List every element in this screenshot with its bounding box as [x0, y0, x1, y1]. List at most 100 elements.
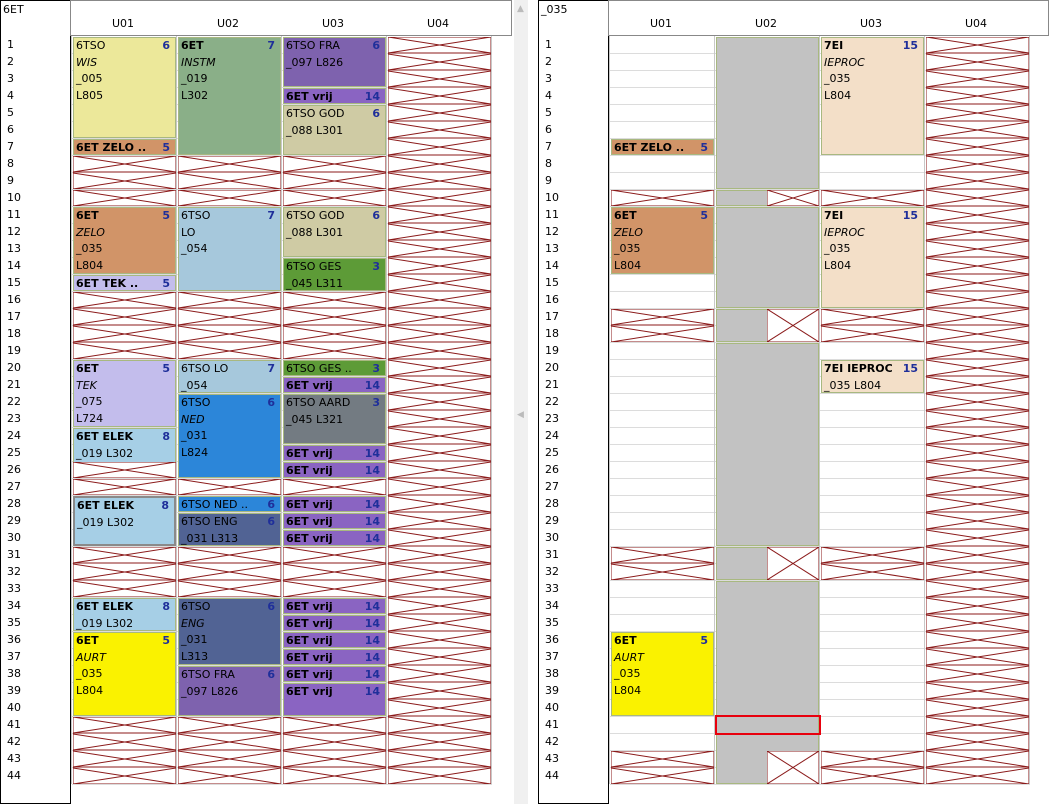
- row-number: 31: [7, 548, 21, 561]
- lesson-block[interactable]: 6ET vrij 14: [283, 462, 386, 478]
- column-header-u01[interactable]: U01: [609, 17, 713, 30]
- lesson-block[interactable]: 6ET INSTM _019 L302 7: [178, 37, 281, 155]
- occupied-slot[interactable]: [716, 207, 819, 308]
- lesson-block[interactable]: 6TSO FRA _097 L826 6: [283, 37, 386, 87]
- lesson-block[interactable]: 6ET vrij 14: [283, 666, 386, 682]
- lesson-block[interactable]: 6ET ZELO _035 L804 5: [611, 207, 714, 274]
- row-number: 5: [7, 106, 14, 119]
- lesson-line: _035: [76, 667, 103, 680]
- collapse-up-icon[interactable]: ▲: [517, 4, 524, 14]
- column-header-u01[interactable]: U01: [71, 17, 175, 30]
- blocked-cross-icon: [178, 717, 281, 784]
- lesson-block[interactable]: 7EI IEPROC _035 L804 15: [821, 37, 924, 155]
- lesson-block[interactable]: 6TSO ENG _031 L313 6: [178, 513, 281, 546]
- lesson-line: 6TSO NED ..: [181, 498, 248, 511]
- lesson-block[interactable]: 6TSO NED _031 L824 6: [178, 394, 281, 478]
- column-header-u02[interactable]: U02: [714, 17, 818, 30]
- lesson-block[interactable]: 6TSO GOD _088 L301 6: [283, 105, 386, 155]
- lesson-line: _005: [76, 72, 103, 85]
- lesson-block[interactable]: 6ET ZELO .. 5: [73, 139, 176, 155]
- row-number: 38: [545, 667, 559, 680]
- row-number: 25: [7, 446, 21, 459]
- lesson-block[interactable]: 6ET ZELO _035 L804 5: [73, 207, 176, 274]
- student-count: 14: [364, 685, 380, 698]
- lesson-block[interactable]: 6ET vrij 14: [283, 496, 386, 512]
- row-number: 15: [7, 276, 21, 289]
- lesson-block[interactable]: 6ET vrij 14: [283, 88, 386, 104]
- row-number: 18: [7, 327, 21, 340]
- blocked-cross-icon: [283, 190, 386, 206]
- lesson-line: L824: [181, 445, 209, 459]
- lesson-block[interactable]: 6TSO WIS _005 L805 6: [73, 37, 176, 138]
- lesson-block[interactable]: 6TSO GES .. 3: [283, 360, 386, 376]
- lesson-block[interactable]: 6ET vrij 14: [283, 649, 386, 665]
- lesson-block[interactable]: 6ET vrij 14: [283, 683, 386, 716]
- occupied-slot[interactable]: [716, 343, 819, 546]
- row-number: 18: [545, 327, 559, 340]
- lesson-block[interactable]: 6TSO LO _054 7: [178, 360, 281, 393]
- column-gridline: [1029, 36, 1030, 784]
- lesson-block[interactable]: 6ET AURT _035 L804 5: [611, 632, 714, 716]
- column-header-u03[interactable]: U03: [281, 17, 385, 30]
- collapse-left-icon[interactable]: ◀: [517, 410, 524, 420]
- lesson-block[interactable]: 6ET AURT _035 L804 5: [73, 632, 176, 716]
- row-number: 26: [545, 463, 559, 476]
- lesson-block[interactable]: 6ET ZELO .. 5: [611, 139, 714, 155]
- lesson-line: 6TSO: [181, 209, 211, 222]
- lesson-block[interactable]: 6TSO ENG _031 L313 6: [178, 598, 281, 665]
- student-count: 14: [364, 617, 380, 630]
- selected-cell[interactable]: [715, 715, 821, 735]
- lesson-block[interactable]: 6ET vrij 14: [283, 377, 386, 393]
- row-number: 11: [545, 208, 559, 221]
- lesson-block[interactable]: 6ET TEK _075 L724 5: [73, 360, 176, 427]
- lesson-block[interactable]: 6TSO FRA _097 L826 6: [178, 666, 281, 716]
- student-count: 6: [372, 39, 380, 52]
- lesson-line: 6ET: [181, 39, 204, 52]
- lesson-block[interactable]: 6ET vrij 14: [283, 615, 386, 631]
- row-number: 35: [545, 616, 559, 629]
- lesson-line: 6ET TEK ..: [76, 277, 139, 290]
- blocked-half-cell: [767, 309, 819, 342]
- row-number: 12: [7, 225, 21, 238]
- lesson-line: 6TSO AARD: [286, 396, 351, 409]
- row-number: 40: [545, 701, 559, 714]
- column-header-u03[interactable]: U03: [819, 17, 923, 30]
- lesson-line: 6ET: [614, 634, 637, 647]
- occupied-slot[interactable]: [716, 37, 819, 189]
- row-gridline: [72, 784, 492, 785]
- lesson-line: _097 L826: [286, 55, 344, 69]
- row-number: 29: [7, 514, 21, 527]
- lesson-line: ZELO: [76, 225, 105, 239]
- lesson-block[interactable]: 6TSO LO _054 7: [178, 207, 281, 291]
- lesson-block[interactable]: 6ET vrij 14: [283, 530, 386, 546]
- lesson-block[interactable]: 6TSO NED .. 6: [178, 496, 281, 512]
- column-header-u02[interactable]: U02: [176, 17, 280, 30]
- lesson-line: _035: [824, 242, 851, 255]
- lesson-block[interactable]: 6ET vrij 14: [283, 445, 386, 461]
- lesson-line: 6TSO: [181, 600, 211, 613]
- row-number: 4: [545, 89, 552, 102]
- column-header-u04[interactable]: U04: [924, 17, 1028, 30]
- lesson-block[interactable]: 6TSO GES _045 L311 3: [283, 258, 386, 291]
- lesson-block[interactable]: 6ET ELEK _019 L302 8: [73, 496, 176, 546]
- lesson-block[interactable]: 7EI IEPROC _035 L804 15: [821, 207, 924, 308]
- lesson-block[interactable]: 6ET vrij 14: [283, 598, 386, 614]
- row-number: 19: [7, 344, 21, 357]
- lesson-block[interactable]: 7EI IEPROC _035 L804 15: [821, 360, 924, 393]
- lesson-block[interactable]: 6ET ELEK _019 L302 8: [73, 598, 176, 631]
- lesson-block[interactable]: 6ET vrij 14: [283, 632, 386, 648]
- student-count: 3: [372, 362, 380, 375]
- lesson-line: 6ET ELEK: [76, 600, 134, 613]
- lesson-block[interactable]: 6ET vrij 14: [283, 513, 386, 529]
- lesson-block[interactable]: 6TSO AARD _045 L321 3: [283, 394, 386, 444]
- lesson-block[interactable]: 6ET TEK .. 5: [73, 275, 176, 291]
- lesson-block[interactable]: 6TSO GOD _088 L301 6: [283, 207, 386, 257]
- right-schedule-grid[interactable]: 6ET ZELO .. 5 6ET ZELO _035 L804 5 6ET AURT _035 L…: [609, 36, 1030, 785]
- blocked-cross-icon: [283, 717, 386, 784]
- blocked-cell: [73, 292, 176, 359]
- student-count: 5: [162, 277, 170, 290]
- left-schedule-grid[interactable]: 6TSO WIS _005 L805 6 6ET ZELO .. 5 6ET INSTM _019…: [71, 36, 492, 785]
- splitter-bar[interactable]: ▲ ◀: [514, 0, 528, 804]
- column-header-u04[interactable]: U04: [386, 17, 490, 30]
- row-number: 37: [7, 650, 21, 663]
